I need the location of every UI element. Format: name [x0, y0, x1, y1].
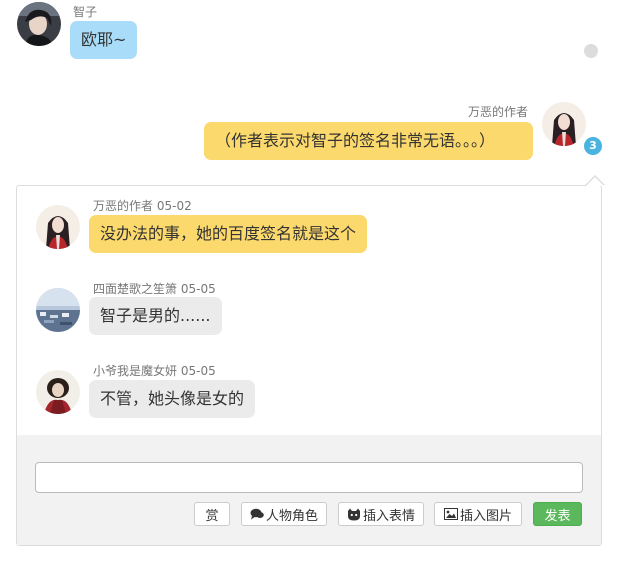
sender-name: 智子: [73, 5, 98, 19]
chat-bubble-icon: [250, 508, 264, 520]
sender-name: 万恶的作者: [468, 105, 529, 119]
reply-count-badge[interactable]: 3: [582, 135, 604, 157]
reply-bubble: 智子是男的......: [89, 297, 222, 335]
role-button[interactable]: 人物角色: [241, 502, 327, 526]
reply-date: 05-02: [156, 199, 192, 213]
insert-image-button[interactable]: 插入图片: [434, 502, 522, 526]
avatar-author[interactable]: [542, 102, 586, 146]
reward-label: 赏: [205, 508, 219, 524]
message-bubble: 欧耶~: [70, 21, 138, 59]
reply-date: 05-05: [180, 364, 216, 378]
avatar-zhizi[interactable]: [17, 2, 61, 46]
gray-dot-icon: [584, 44, 598, 58]
reply-author[interactable]: 小爷我是魔女妍: [93, 364, 177, 378]
reply-input[interactable]: [35, 462, 583, 493]
insert-emoji-button[interactable]: 插入表情: [338, 502, 424, 526]
avatar-author[interactable]: [36, 205, 80, 249]
reward-button[interactable]: 赏: [194, 502, 230, 526]
reply-meta: 四面楚歌之笙箫 05-05: [93, 280, 216, 297]
send-button[interactable]: 发表: [533, 502, 582, 526]
reply-bubble: 没办法的事，她的百度签名就是这个: [89, 215, 368, 253]
send-label: 发表: [544, 508, 571, 524]
role-label: 人物角色: [265, 508, 318, 524]
message-bubble: （作者表示对智子的签名非常无语。。。）: [204, 122, 533, 160]
avatar-sixiang[interactable]: [36, 288, 80, 332]
reply-author[interactable]: 万恶的作者: [93, 199, 153, 213]
picture-icon: [443, 508, 458, 520]
emoji-label: 插入表情: [362, 508, 415, 524]
comment-box-caret-fill: [586, 177, 604, 186]
avatar-moyan[interactable]: [36, 370, 80, 414]
reply-meta: 万恶的作者 05-02: [93, 197, 192, 214]
image-label: 插入图片: [459, 508, 512, 524]
reply-author[interactable]: 四面楚歌之笙箫: [93, 282, 177, 296]
reply-meta: 小爷我是魔女妍 05-05: [93, 362, 216, 379]
cat-face-icon: [347, 508, 361, 521]
reply-bubble: 不管，她头像是女的: [89, 380, 256, 418]
reply-date: 05-05: [180, 282, 216, 296]
